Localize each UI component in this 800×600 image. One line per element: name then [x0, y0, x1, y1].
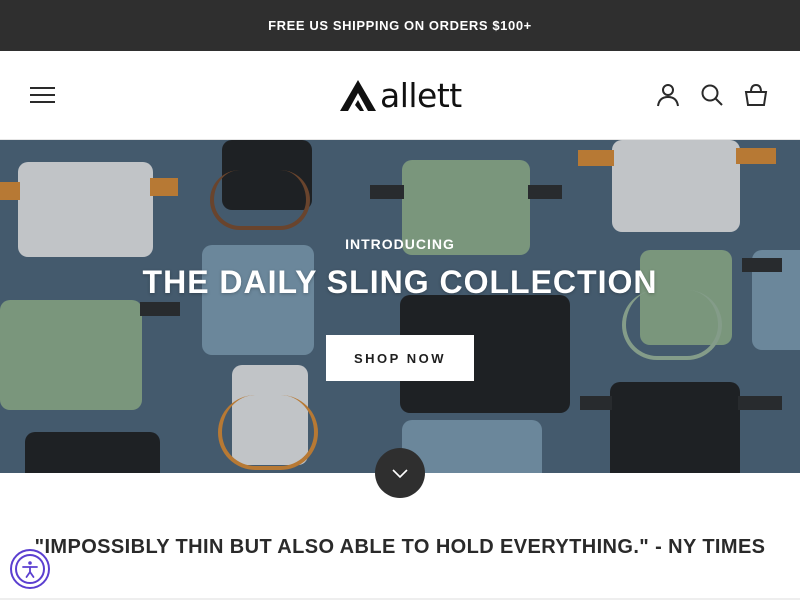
logo-wordmark: allett: [380, 75, 462, 115]
hero-eyebrow: INTRODUCING: [345, 236, 455, 252]
accessibility-button[interactable]: [10, 549, 50, 589]
site-header: allett: [0, 51, 800, 140]
brand-logo[interactable]: allett: [338, 73, 464, 117]
scroll-down-button[interactable]: [375, 448, 425, 498]
hero-banner[interactable]: INTRODUCING THE DAILY SLING COLLECTION S…: [0, 140, 800, 473]
hero-title: THE DAILY SLING COLLECTION: [142, 264, 658, 300]
accessibility-person-icon: [15, 554, 45, 584]
logo-mark-icon: [340, 80, 376, 111]
press-quote: "IMPOSSIBLY THIN BUT ALSO ABLE TO HOLD E…: [34, 536, 766, 558]
hamburger-menu-icon[interactable]: [30, 84, 58, 106]
shopping-basket-icon[interactable]: [743, 82, 769, 108]
announcement-text: FREE US SHIPPING ON ORDERS $100+: [268, 18, 532, 33]
shop-now-button[interactable]: SHOP NOW: [326, 335, 474, 381]
announcement-bar: FREE US SHIPPING ON ORDERS $100+: [0, 0, 800, 51]
user-account-icon[interactable]: [655, 82, 681, 108]
hero-overlay: [0, 140, 800, 473]
search-icon[interactable]: [699, 82, 725, 108]
chevron-down-icon: [392, 469, 408, 479]
